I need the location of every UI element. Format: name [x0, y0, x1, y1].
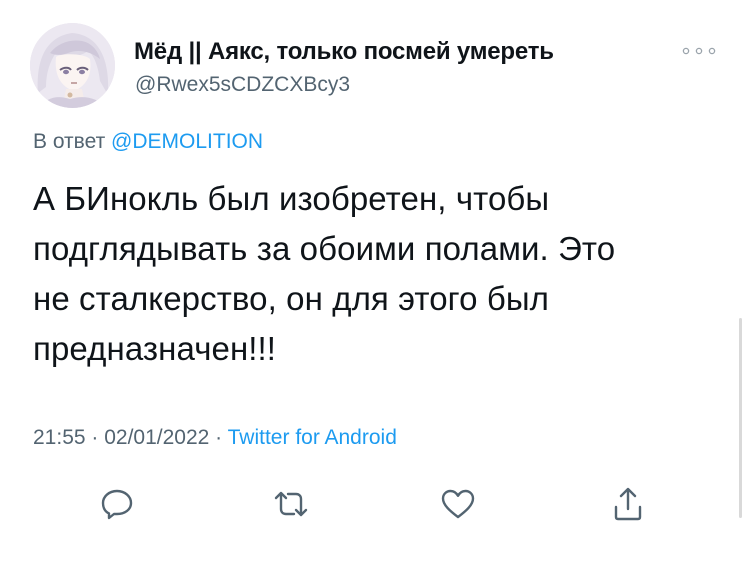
tweet-detail-page: Мёд || Аякс, только посмей умереть @Rwex… [0, 0, 750, 587]
author-handle[interactable]: @Rwex5sCDZCXBcy3 [135, 73, 350, 97]
more-options-button[interactable] [678, 40, 720, 62]
avatar[interactable] [30, 23, 115, 108]
scrollbar[interactable] [739, 318, 742, 518]
tweet-time[interactable]: 21:55 [33, 426, 86, 449]
tweet-metadata: 21:55 · 02/01/2022 · Twitter for Android [33, 426, 397, 450]
reply-mention-link[interactable]: @DEMOLITION [111, 130, 263, 153]
more-horizontal-icon [682, 47, 716, 55]
tweet-date[interactable]: 02/01/2022 [104, 426, 209, 449]
heart-icon [441, 489, 475, 519]
tweet-text: А БИнокль был изобретен, чтобы подглядыв… [33, 180, 616, 367]
share-icon [614, 487, 642, 521]
meta-separator: · [85, 426, 105, 449]
tweet-source-link[interactable]: Twitter for Android [228, 426, 397, 449]
retweet-icon [274, 491, 308, 517]
reply-prefix: В ответ [33, 130, 106, 153]
retweet-button[interactable] [269, 482, 313, 526]
like-button[interactable] [436, 482, 480, 526]
meta-separator: · [209, 426, 228, 449]
reply-context: В ответ @DEMOLITION [33, 130, 263, 154]
reply-bubble-icon [101, 489, 133, 520]
avatar-image [30, 23, 115, 108]
author-display-name[interactable]: Мёд || Аякс, только посмей умереть [134, 38, 554, 66]
reply-button[interactable] [95, 482, 139, 526]
share-button[interactable] [606, 482, 650, 526]
